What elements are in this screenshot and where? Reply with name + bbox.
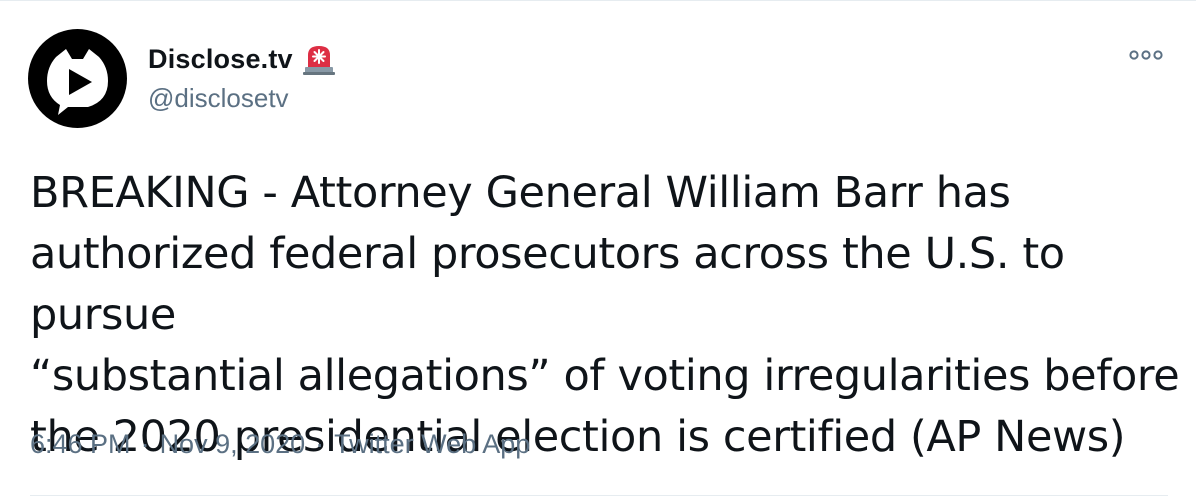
author-handle[interactable]: @disclosetv bbox=[148, 83, 289, 114]
tweet-metadata: 6:46 PM · Nov 9, 2020 · Twitter Web App bbox=[30, 429, 530, 460]
tweet-text-line: BREAKING - Attorney General William Barr… bbox=[30, 168, 1011, 218]
tweet-text: BREAKING - Attorney General William Barr… bbox=[30, 163, 1180, 468]
more-options-icon[interactable] bbox=[1128, 45, 1164, 65]
tweet-text-line: “substantial allegations” of voting irre… bbox=[30, 351, 1180, 401]
disclosetv-logo-icon bbox=[47, 49, 108, 115]
tweet-card: Disclose.tv @disclosetv BREAKING - Attor… bbox=[0, 0, 1196, 503]
divider bbox=[30, 495, 1168, 496]
tweet-time[interactable]: 6:46 PM bbox=[30, 429, 131, 460]
tweet-source-link[interactable]: Twitter Web App bbox=[334, 429, 530, 460]
tweet-text-line: authorized federal prosecutors across th… bbox=[30, 229, 1065, 340]
display-name[interactable]: Disclose.tv bbox=[148, 44, 293, 75]
rotating-light-siren-icon bbox=[301, 41, 337, 77]
avatar[interactable] bbox=[28, 29, 127, 128]
separator-dot: · bbox=[315, 429, 325, 459]
tweet-date[interactable]: Nov 9, 2020 bbox=[160, 429, 306, 460]
separator-dot: · bbox=[140, 429, 150, 459]
author-name-row: Disclose.tv bbox=[148, 39, 337, 79]
